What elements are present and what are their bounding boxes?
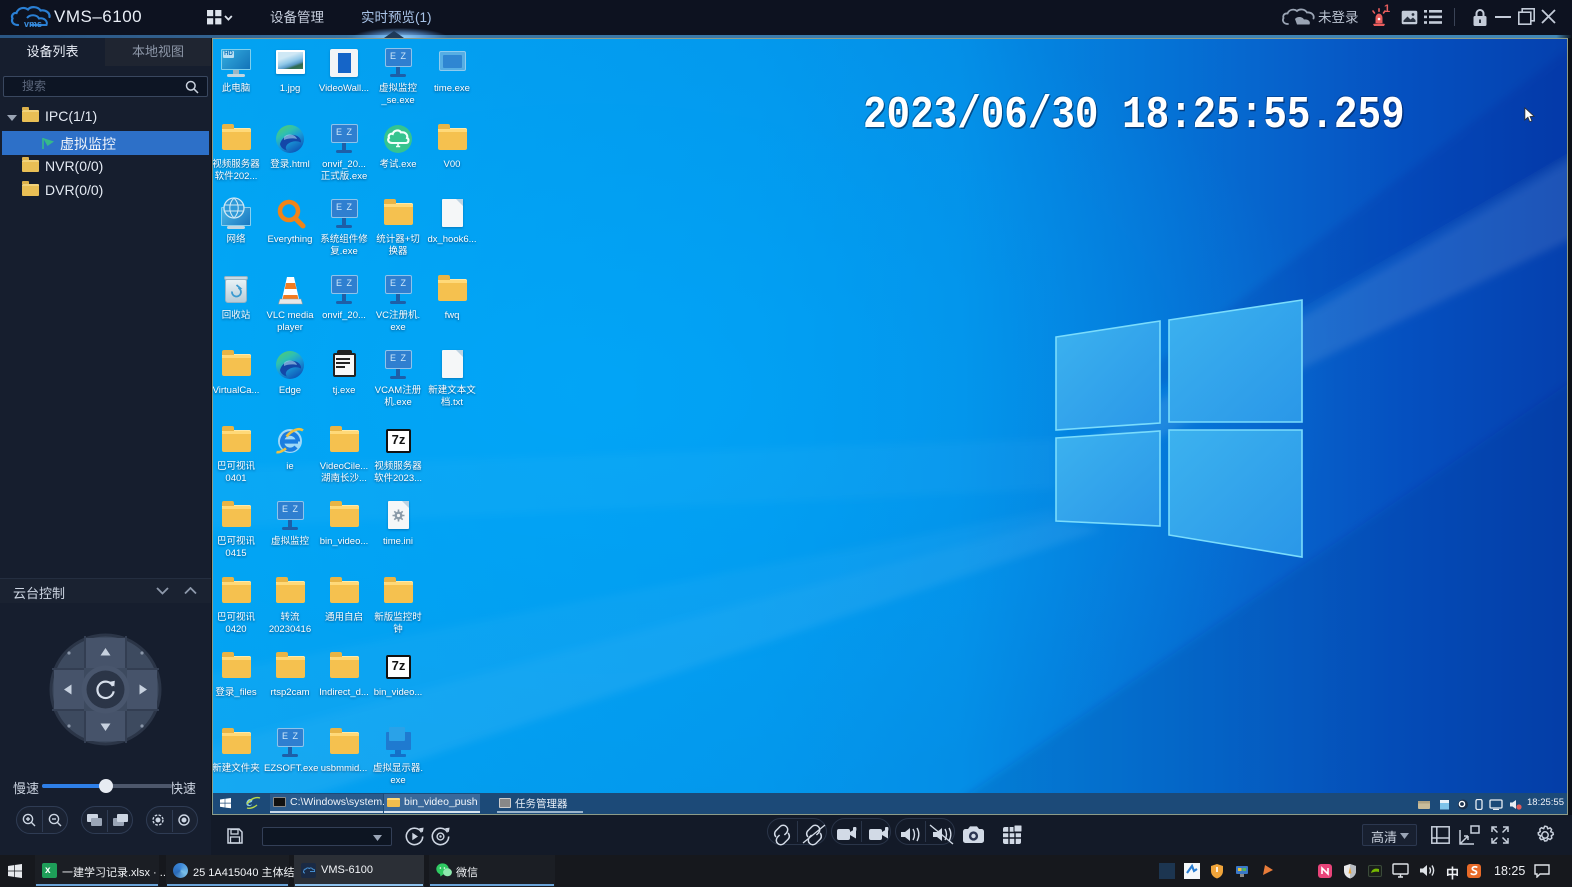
svg-text:vms: vms — [24, 19, 42, 29]
